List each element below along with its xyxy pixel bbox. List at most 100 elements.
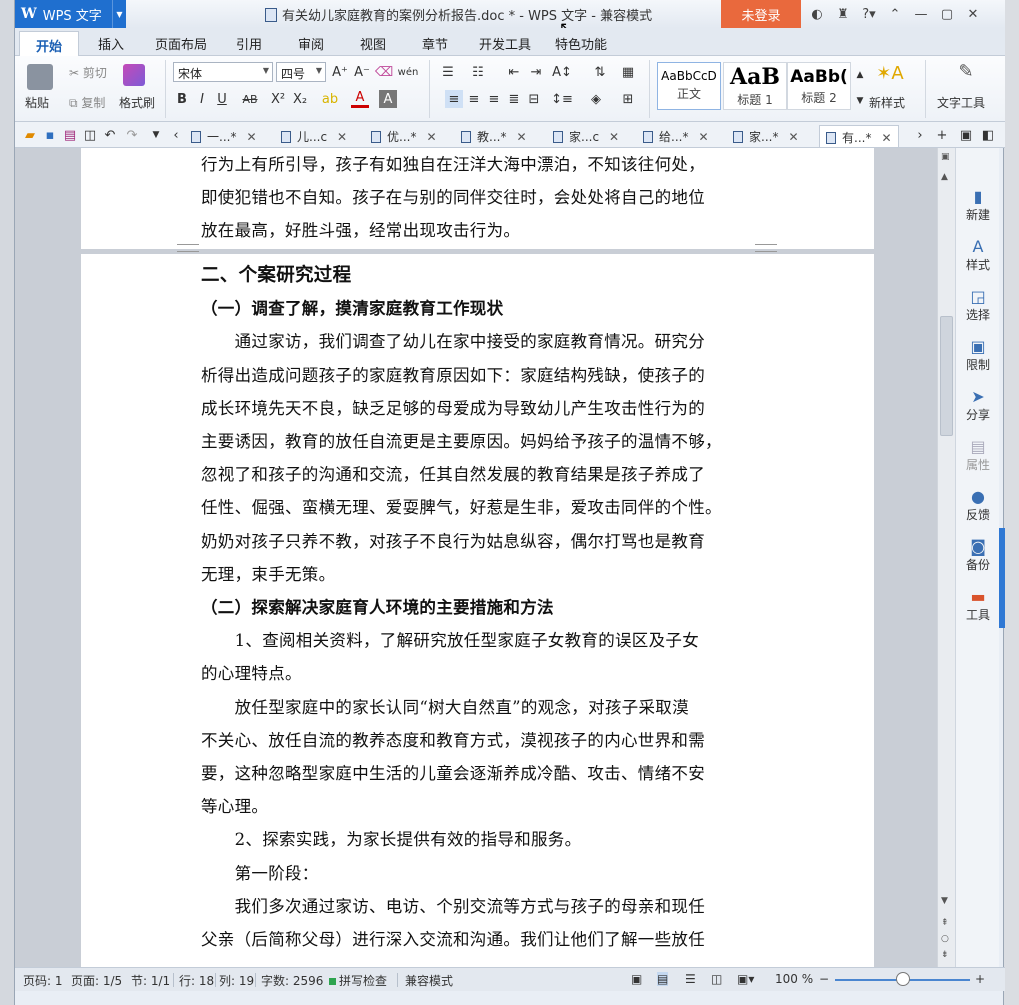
status-column[interactable]: 列: 19 bbox=[219, 972, 254, 989]
grow-font-icon[interactable]: A⁺ bbox=[331, 63, 349, 81]
format-painter-icon[interactable] bbox=[123, 64, 145, 86]
cut-button[interactable]: ✂ 剪切 bbox=[69, 64, 107, 81]
line-spacing-icon[interactable]: ↕≡ bbox=[551, 90, 573, 108]
zoom-slider-thumb[interactable] bbox=[896, 972, 910, 986]
print-icon[interactable]: ▤ bbox=[61, 126, 79, 144]
shirt-icon[interactable]: ♜ bbox=[833, 4, 853, 24]
shrink-font-icon[interactable]: A⁻ bbox=[353, 63, 371, 81]
side-style-button[interactable]: A 样式 bbox=[956, 238, 1000, 273]
close-tab-icon[interactable]: ✕ bbox=[246, 130, 256, 144]
char-shading-icon[interactable]: A bbox=[379, 90, 397, 108]
style-heading-1[interactable]: AaB 标题 1 bbox=[723, 62, 787, 110]
close-icon[interactable]: ✕ bbox=[963, 4, 983, 24]
quick-access-dropdown-icon[interactable]: ▼ bbox=[147, 126, 165, 144]
style-more-icon[interactable]: ▼ bbox=[851, 92, 869, 110]
tab-scroll-right-icon[interactable]: › bbox=[911, 126, 929, 144]
new-style-icon[interactable]: ✶A bbox=[876, 63, 903, 84]
doc-tab[interactable]: 教...* ✕ bbox=[461, 125, 527, 147]
paste-button[interactable]: 粘贴 bbox=[25, 94, 49, 111]
align-right-icon[interactable]: ≡ bbox=[485, 90, 503, 108]
browse-object-icon[interactable]: ○ bbox=[941, 934, 949, 944]
app-menu-button[interactable]: W WPS 文字 ▼ bbox=[15, 0, 126, 28]
tab-scroll-left-icon[interactable]: ‹ bbox=[167, 126, 185, 144]
copy-button[interactable]: ⧉ 复制 bbox=[69, 94, 105, 111]
zoom-in-icon[interactable]: + bbox=[975, 972, 985, 986]
side-backup-button[interactable]: ◙ 备份 bbox=[956, 538, 1000, 573]
strikethrough-icon[interactable]: AB bbox=[241, 90, 259, 108]
zoom-level[interactable]: 100 % bbox=[775, 972, 813, 986]
tab-review[interactable]: 审阅 bbox=[298, 34, 324, 53]
increase-indent-icon[interactable]: ⇥ bbox=[527, 63, 545, 81]
tab-references[interactable]: 引用 bbox=[236, 34, 262, 53]
border-icon[interactable]: ⊞ bbox=[619, 90, 637, 108]
collapse-ribbon-icon[interactable]: ⌃ bbox=[885, 4, 905, 24]
side-share-button[interactable]: ➤ 分享 bbox=[956, 388, 1000, 423]
undo-icon[interactable]: ↶ bbox=[101, 126, 119, 144]
tab-view[interactable]: 视图 bbox=[360, 34, 386, 53]
side-restrict-button[interactable]: ▣ 限制 bbox=[956, 338, 1000, 373]
close-tab-icon[interactable]: ✕ bbox=[698, 130, 708, 144]
zoom-out-icon[interactable]: − bbox=[819, 972, 829, 986]
doc-tab[interactable]: 优...* ✕ bbox=[371, 125, 437, 147]
italic-icon[interactable]: I bbox=[193, 90, 211, 108]
prev-page-icon[interactable]: ⇞ bbox=[941, 918, 949, 928]
doc-tab[interactable]: 儿...c ✕ bbox=[281, 125, 347, 147]
justify-icon[interactable]: ≣ bbox=[505, 90, 523, 108]
maximize-icon[interactable]: ▢ bbox=[937, 4, 957, 24]
scroll-down-icon[interactable]: ▼ bbox=[941, 896, 948, 906]
scroll-up-icon[interactable]: ▲ bbox=[941, 172, 948, 182]
print-preview-icon[interactable]: ◫ bbox=[81, 126, 99, 144]
style-normal[interactable]: AaBbCcD 正文 bbox=[657, 62, 721, 110]
vertical-scrollbar[interactable]: ▣ ▲ ▼ ⇞ ○ ⇟ bbox=[937, 148, 955, 967]
phonetic-icon[interactable]: wén bbox=[398, 63, 419, 81]
tab-chapter[interactable]: 章节 bbox=[422, 34, 448, 53]
next-page-icon[interactable]: ⇟ bbox=[941, 950, 949, 960]
window-list-icon[interactable]: ▣ bbox=[957, 126, 975, 144]
web-view-icon[interactable]: ◫ bbox=[711, 972, 722, 986]
close-tab-icon[interactable]: ✕ bbox=[881, 131, 891, 145]
text-tools-button[interactable]: 文字工具 bbox=[937, 94, 985, 111]
split-view-icon[interactable]: ▣ bbox=[941, 152, 950, 162]
login-button[interactable]: 未登录 bbox=[721, 0, 801, 28]
save-icon[interactable]: ▪ bbox=[41, 126, 59, 144]
fill-color-icon[interactable]: ◈ bbox=[587, 90, 605, 108]
font-size-select[interactable]: 四号 ▼ bbox=[276, 62, 326, 82]
distribute-icon[interactable]: ⊟ bbox=[525, 90, 543, 108]
tab-special[interactable]: 特色功能 bbox=[555, 34, 607, 53]
paste-icon[interactable] bbox=[27, 64, 53, 90]
side-new-button[interactable]: ▮ 新建 bbox=[956, 188, 1000, 223]
style-scroll-up-icon[interactable]: ▲ bbox=[851, 66, 869, 84]
tab-developer[interactable]: 开发工具 bbox=[479, 34, 531, 53]
text-tools-icon[interactable]: ✎ bbox=[957, 61, 975, 82]
open-folder-icon[interactable]: ▰ bbox=[21, 126, 39, 144]
bullet-list-icon[interactable]: ☰ bbox=[439, 63, 457, 81]
numbered-list-icon[interactable]: ☷ bbox=[469, 63, 487, 81]
doc-tab[interactable]: 家...c ✕ bbox=[553, 125, 619, 147]
doc-tab[interactable]: 给...* ✕ bbox=[643, 125, 709, 147]
bold-icon[interactable]: B bbox=[173, 90, 191, 108]
scroll-thumb[interactable] bbox=[940, 316, 953, 436]
style-heading-2[interactable]: AaBb( 标题 2 bbox=[787, 62, 851, 110]
focus-mode-icon[interactable]: ▣ bbox=[631, 972, 642, 986]
minimize-icon[interactable]: — bbox=[911, 4, 931, 24]
font-name-select[interactable]: 宋体 ▼ bbox=[173, 62, 273, 82]
table-grid-icon[interactable]: ▦ bbox=[619, 63, 637, 81]
redo-icon[interactable]: ↷ bbox=[123, 126, 141, 144]
doc-tab-active[interactable]: 有...* ✕ bbox=[819, 125, 899, 147]
status-section[interactable]: 节: 1/1 bbox=[131, 972, 170, 989]
page2-text[interactable]: 二、个案研究过程 （一）调查了解，摸清家庭教育工作现状 通过家访，我们调查了幼儿… bbox=[201, 259, 761, 956]
side-properties-button[interactable]: ▤ 属性 bbox=[956, 438, 1000, 473]
spell-check-toggle[interactable]: 拼写检查 bbox=[329, 972, 387, 989]
side-tools-button[interactable]: ▬ 工具 bbox=[956, 588, 1000, 623]
chevron-down-icon[interactable]: ▼ bbox=[112, 0, 126, 28]
close-tab-icon[interactable]: ✕ bbox=[337, 130, 347, 144]
close-tab-icon[interactable]: ✕ bbox=[609, 130, 619, 144]
align-center-icon[interactable]: ≡ bbox=[465, 90, 483, 108]
doc-tab[interactable]: 一...* ✕ bbox=[191, 125, 257, 147]
close-tab-icon[interactable]: ✕ bbox=[426, 130, 436, 144]
new-tab-icon[interactable]: + bbox=[933, 126, 951, 144]
status-pages[interactable]: 页面: 1/5 bbox=[71, 972, 122, 989]
underline-icon[interactable]: U bbox=[213, 90, 231, 108]
superscript-icon[interactable]: X² bbox=[269, 90, 287, 108]
align-left-icon[interactable]: ≡ bbox=[445, 90, 463, 108]
